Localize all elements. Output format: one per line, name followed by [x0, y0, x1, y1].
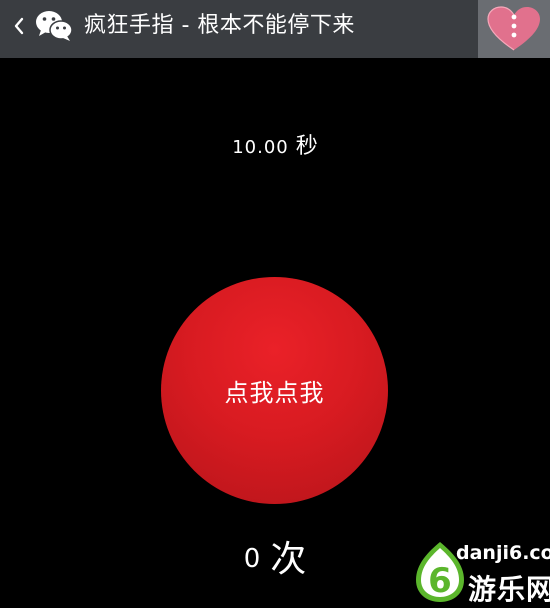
chevron-left-icon: [14, 17, 24, 35]
top-bar: 疯狂手指 - 根本不能停下来: [0, 0, 550, 58]
svg-text:6: 6: [428, 561, 452, 601]
counter-value: 0: [243, 544, 261, 574]
counter-unit: 次: [270, 539, 307, 580]
menu-button[interactable]: [478, 0, 550, 58]
timer-unit: 秒: [295, 134, 318, 159]
tap-button-label: 点我点我: [224, 379, 325, 407]
app-screen: 疯狂手指 - 根本不能停下来 10.00 秒 点我点我 0次 6 danji6.…: [0, 0, 550, 608]
tap-me-button[interactable]: 点我点我: [161, 277, 388, 504]
site-watermark: 6 danji6.com 游乐网: [408, 536, 550, 608]
countdown-timer: 10.00 秒: [0, 128, 550, 160]
watermark-name: 游乐网: [468, 573, 550, 606]
page-title: 疯狂手指 - 根本不能停下来: [84, 13, 355, 38]
heart-menu-icon: [487, 6, 540, 51]
back-button[interactable]: [10, 10, 28, 42]
timer-value: 10.00: [232, 137, 289, 158]
watermark-url: danji6.com: [456, 542, 550, 564]
wechat-icon: [36, 11, 73, 41]
